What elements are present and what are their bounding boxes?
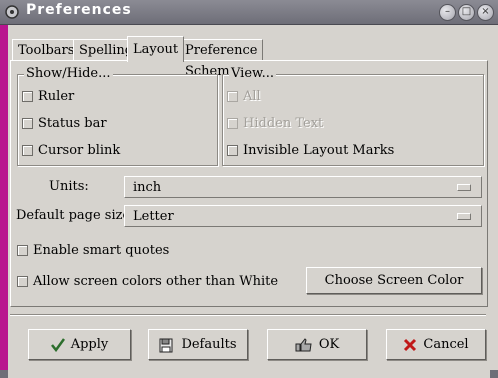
apply-button[interactable]: Apply — [28, 329, 131, 360]
units-value: inch — [133, 180, 162, 195]
cursor-blink-label: Cursor blink — [38, 143, 121, 158]
view-all-checkbox-box — [227, 91, 238, 102]
screen-colors-checkbox-box[interactable] — [17, 276, 28, 287]
show-hide-group: Show/Hide... Ruler Status bar Cursor bli… — [17, 66, 218, 166]
choose-screen-color-button[interactable]: Choose Screen Color — [306, 267, 482, 294]
close-icon[interactable]: × — [477, 4, 494, 21]
hidden-text-label: Hidden Text — [243, 116, 324, 131]
screen-colors-checkbox[interactable]: Allow screen colors other than White — [17, 274, 278, 289]
ok-button[interactable]: OK — [267, 329, 367, 360]
invisible-layout-marks-checkbox[interactable]: Invisible Layout Marks — [227, 143, 394, 158]
cancel-button-label: Cancel — [423, 337, 469, 352]
defaults-button[interactable]: Defaults — [148, 329, 248, 360]
screen-colors-label: Allow screen colors other than White — [33, 274, 279, 289]
dropdown-indicator-icon — [457, 213, 471, 220]
invisible-layout-marks-label: Invisible Layout Marks — [243, 143, 395, 158]
tab-layout[interactable]: Layout — [127, 36, 185, 62]
hidden-text-checkbox-box — [227, 118, 238, 129]
hidden-text-checkbox: Hidden Text — [227, 116, 323, 131]
ruler-checkbox-box[interactable] — [22, 91, 33, 102]
dropdown-indicator-icon — [457, 184, 471, 191]
cancel-x-icon — [404, 338, 417, 351]
view-all-checkbox: All — [227, 89, 261, 104]
apply-button-label: Apply — [70, 337, 109, 352]
cancel-button[interactable]: Cancel — [386, 329, 486, 360]
smart-quotes-checkbox-box[interactable] — [17, 245, 28, 256]
tab-preference-schemes[interactable]: Preference Schemes — [179, 39, 264, 79]
disk-icon — [159, 338, 173, 352]
view-all-label: All — [243, 89, 261, 104]
units-select[interactable]: inch — [124, 176, 482, 198]
cursor-blink-checkbox[interactable]: Cursor blink — [22, 143, 120, 158]
title-bar[interactable]: Preferences – □ × — [0, 0, 498, 25]
window-left-border — [0, 24, 8, 370]
view-group: View... All Hidden Text Invisible Layout… — [222, 66, 484, 166]
page-size-select[interactable]: Letter — [124, 205, 482, 227]
defaults-button-label: Defaults — [181, 337, 237, 352]
smart-quotes-checkbox[interactable]: Enable smart quotes — [17, 243, 169, 258]
page-size-label: Default page size — [16, 208, 131, 223]
maximize-icon[interactable]: □ — [458, 4, 475, 21]
app-icon — [5, 5, 19, 19]
units-label: Units: — [49, 179, 89, 194]
resize-corner-right[interactable] — [490, 370, 498, 378]
thumbs-up-icon — [295, 337, 312, 351]
status-bar-label: Status bar — [38, 116, 107, 131]
resize-corner-left[interactable] — [0, 370, 8, 378]
page-size-value: Letter — [133, 209, 174, 224]
preferences-window: Preferences – □ × Toolbars Spelling Layo… — [0, 0, 498, 378]
minimize-icon[interactable]: – — [439, 4, 456, 21]
button-separator — [10, 314, 486, 316]
ruler-checkbox[interactable]: Ruler — [22, 89, 74, 104]
status-bar-checkbox[interactable]: Status bar — [22, 116, 107, 131]
ok-button-label: OK — [318, 337, 340, 352]
show-hide-group-title: Show/Hide... — [24, 66, 113, 81]
layout-tab-panel: Show/Hide... Ruler Status bar Cursor bli… — [10, 60, 488, 307]
smart-quotes-label: Enable smart quotes — [33, 243, 170, 258]
window-title: Preferences — [26, 2, 132, 18]
checkmark-icon — [50, 337, 65, 352]
status-bar-checkbox-box[interactable] — [22, 118, 33, 129]
ruler-label: Ruler — [38, 89, 75, 104]
view-group-title: View... — [229, 66, 276, 81]
invisible-layout-marks-checkbox-box[interactable] — [227, 145, 238, 156]
tab-toolbars[interactable]: Toolbars — [12, 39, 81, 61]
cursor-blink-checkbox-box[interactable] — [22, 145, 33, 156]
